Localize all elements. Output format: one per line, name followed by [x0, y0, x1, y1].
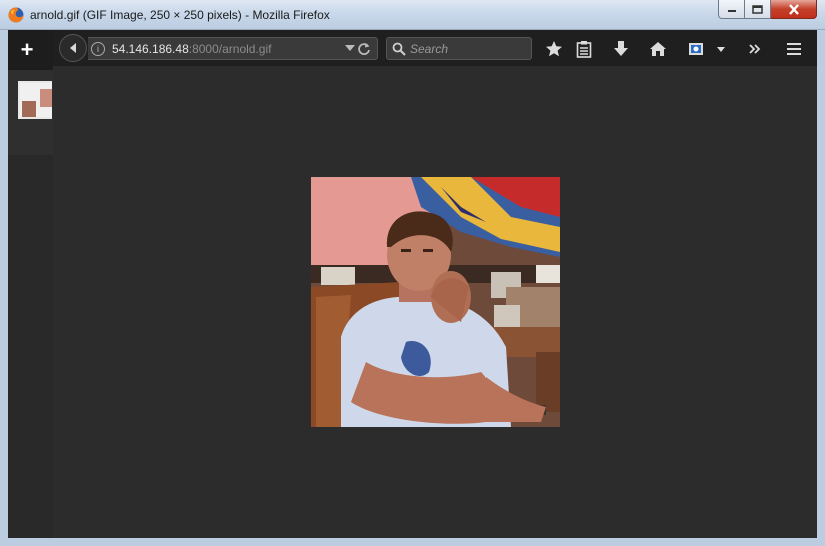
- main-menu-button[interactable]: [783, 38, 805, 60]
- downloads-button[interactable]: [610, 38, 632, 60]
- window-title: arnold.gif (GIF Image, 250 × 250 pixels)…: [30, 8, 330, 22]
- screenshot-button[interactable]: [685, 38, 707, 60]
- hamburger-menu-icon: [787, 43, 801, 55]
- window-frame-left: [0, 30, 8, 538]
- window-frame-right: [817, 30, 825, 538]
- new-tab-button[interactable]: +: [8, 30, 46, 70]
- close-icon: [788, 3, 799, 15]
- screenshot-menu-button[interactable]: [710, 38, 732, 60]
- chevron-down-icon[interactable]: [345, 44, 355, 52]
- reload-icon[interactable]: [357, 42, 371, 56]
- home-button[interactable]: [647, 38, 669, 60]
- url-host: 54.146.186.48: [112, 42, 189, 56]
- window-frame-bottom: [0, 538, 825, 546]
- url-text[interactable]: 54.146.186.48:8000/arnold.gif: [112, 42, 271, 56]
- tab-sidebar-empty: [8, 155, 53, 538]
- screenshot-icon: [689, 43, 703, 55]
- download-icon: [614, 41, 628, 56]
- info-icon[interactable]: i: [91, 42, 105, 56]
- double-chevron-icon: [749, 44, 761, 54]
- close-button[interactable]: [771, 0, 817, 19]
- tab-thumbnail-arnold[interactable]: [18, 81, 52, 119]
- maximize-icon: [752, 4, 763, 14]
- reading-list-button[interactable]: [573, 38, 595, 60]
- thumbnail-image-part: [40, 89, 52, 107]
- search-icon: [392, 42, 406, 56]
- window-titlebar: arnold.gif (GIF Image, 250 × 250 pixels)…: [0, 0, 825, 30]
- thumbnail-image-part: [22, 101, 36, 117]
- maximize-button[interactable]: [745, 0, 771, 19]
- url-path: :8000/arnold.gif: [188, 42, 272, 56]
- back-arrow-icon: [70, 43, 76, 53]
- search-placeholder: Search: [410, 42, 449, 56]
- gif-image[interactable]: [311, 177, 560, 427]
- home-icon: [650, 42, 666, 56]
- minimize-button[interactable]: [718, 0, 745, 19]
- clipboard-icon: [576, 41, 592, 58]
- firefox-logo-icon: [8, 7, 24, 23]
- chevron-down-icon: [717, 47, 725, 52]
- star-icon: [546, 41, 562, 57]
- minimize-icon: [727, 10, 736, 12]
- search-bar[interactable]: Search: [386, 37, 532, 60]
- url-bar[interactable]: i 54.146.186.48:8000/arnold.gif: [88, 37, 378, 60]
- overflow-button[interactable]: [744, 38, 766, 60]
- back-button[interactable]: [59, 34, 87, 62]
- bookmark-button[interactable]: [543, 38, 565, 60]
- gif-image-picture: [311, 177, 560, 427]
